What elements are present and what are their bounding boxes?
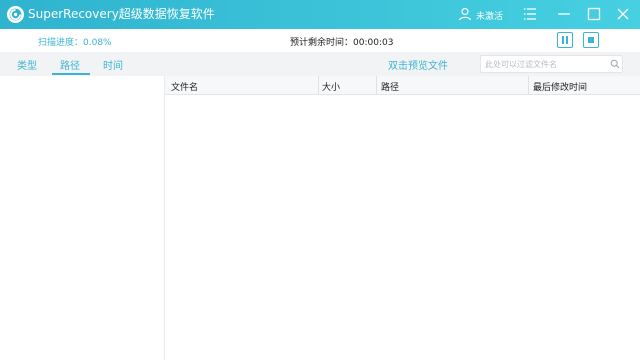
- column-divider[interactable]: [528, 76, 529, 95]
- column-header-filename[interactable]: 文件名: [171, 80, 198, 93]
- view-tabs-bar: 类型 路径 时间 双击预览文件: [0, 52, 640, 76]
- file-list-table[interactable]: 文件名 大小 路径 最后修改时间: [165, 76, 640, 360]
- pause-button[interactable]: [557, 32, 573, 48]
- remaining-time-text: 预计剩余时间：00:00:03: [290, 38, 394, 48]
- tab-time[interactable]: 时间: [103, 57, 123, 72]
- filter-search-box[interactable]: [480, 55, 623, 73]
- activation-status-label: 未激活: [476, 12, 504, 22]
- column-header-path[interactable]: 路径: [381, 80, 399, 93]
- stop-button[interactable]: [583, 32, 599, 48]
- filter-input[interactable]: [485, 58, 605, 71]
- user-icon: [458, 7, 472, 21]
- directory-tree-pane[interactable]: [0, 76, 165, 360]
- app-logo-icon: [6, 5, 25, 24]
- active-tab-indicator: [52, 73, 90, 75]
- search-icon[interactable]: [610, 59, 620, 69]
- tab-path[interactable]: 路径: [60, 57, 80, 72]
- scan-progress-text: 扫描进度：0.08%: [38, 38, 112, 48]
- column-divider[interactable]: [318, 76, 319, 95]
- column-header-size[interactable]: 大小: [322, 80, 340, 93]
- minimize-icon[interactable]: [556, 6, 572, 22]
- scan-status-bar: 扫描进度：0.08% 预计剩余时间：00:00:03: [0, 29, 640, 52]
- title-bar: SuperRecovery超级数据恢复软件 未激活: [0, 0, 640, 29]
- maximize-icon[interactable]: [586, 6, 602, 22]
- app-title: SuperRecovery超级数据恢复软件: [28, 7, 215, 21]
- menu-icon[interactable]: [522, 6, 538, 22]
- column-divider[interactable]: [376, 76, 377, 95]
- tab-type[interactable]: 类型: [17, 57, 37, 72]
- column-header-modified-time[interactable]: 最后修改时间: [533, 80, 587, 93]
- preview-hint-link[interactable]: 双击预览文件: [388, 57, 448, 72]
- table-header: 文件名 大小 路径 最后修改时间: [165, 76, 640, 95]
- close-icon[interactable]: [615, 6, 631, 22]
